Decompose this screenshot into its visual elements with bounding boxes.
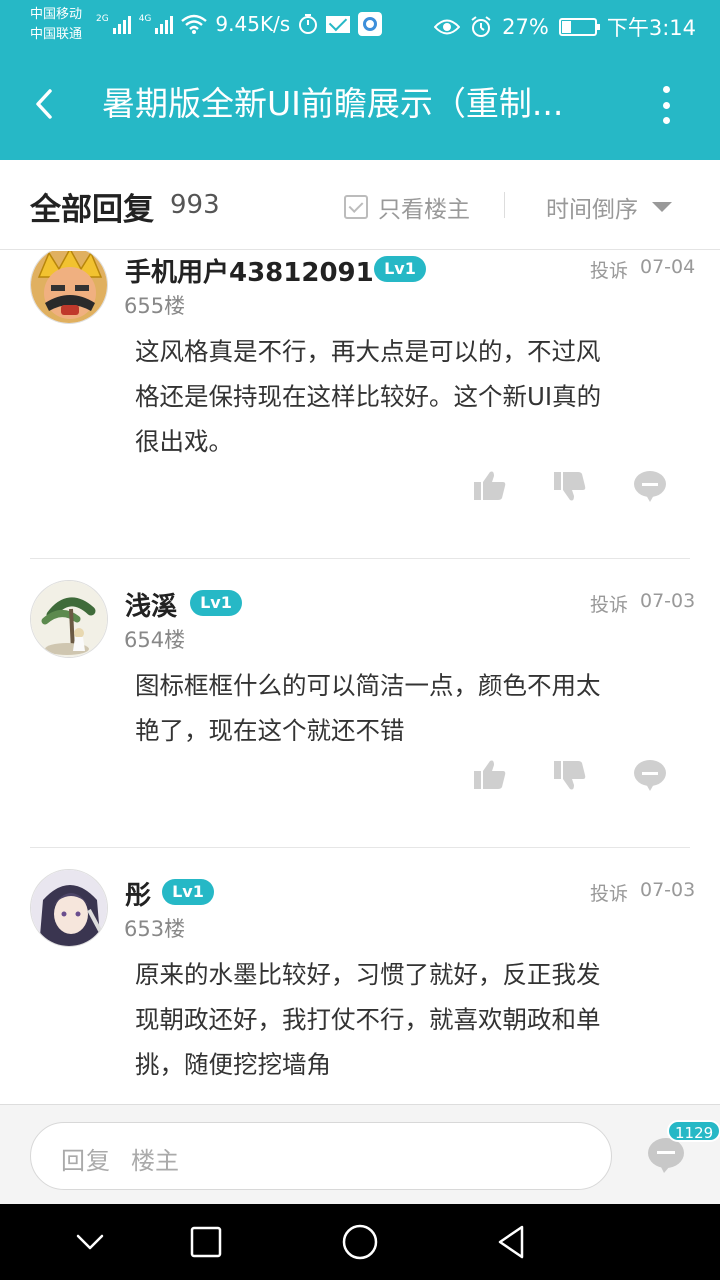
mail-icon — [326, 15, 351, 33]
username[interactable]: 彤 — [125, 875, 151, 912]
comment-line: 挑，随便挖挖墙角 — [135, 1050, 331, 1079]
carrier-1: 中国移动 — [30, 7, 83, 22]
floor-number: 655楼 — [124, 294, 186, 318]
reply-bar: 回复 楼主 1129 — [0, 1104, 720, 1204]
back-arrow-icon[interactable] — [28, 86, 64, 122]
comment-actions — [470, 757, 670, 793]
comment-item: 浅溪 Lv1 投诉 07-03 654楼 图标框框什么的可以简洁一点，颜色不用太… — [0, 559, 720, 849]
only-op-checkbox[interactable] — [344, 195, 368, 219]
comment-item: 手机用户43812091 Lv1 投诉 07-04 655楼 这风格真是不行，再… — [0, 251, 720, 560]
avatar[interactable] — [30, 869, 108, 947]
system-status: 27% 下午3:14 — [434, 12, 696, 42]
avatar[interactable] — [30, 580, 108, 658]
comment-date: 07-03 — [640, 879, 696, 901]
page-title: 暑期版全新UI前瞻展示（重制... — [102, 84, 564, 123]
carrier-names: 中国移动 中国联通 — [30, 5, 82, 45]
level-badge: Lv1 — [374, 256, 426, 282]
alarm-icon — [471, 16, 491, 37]
comment-bubble-icon[interactable] — [630, 468, 670, 504]
thumbs-up-icon[interactable] — [470, 468, 510, 504]
comment-line: 格还是保持现在这样比较好。这个新UI真的 — [135, 382, 602, 411]
reply-placeholder: 回复 — [61, 1147, 111, 1175]
system-nav-bar — [0, 1204, 720, 1280]
comment-item: 彤 Lv1 投诉 07-03 653楼 原来的水墨比较好，习惯了就好，反正我发 … — [0, 848, 720, 1104]
comment-count-badge: 1129 — [667, 1120, 720, 1142]
sort-label: 时间倒序 — [546, 197, 638, 223]
battery-level — [561, 21, 571, 33]
reply-input[interactable]: 回复 楼主 — [30, 1122, 612, 1190]
home-icon[interactable] — [340, 1222, 380, 1262]
network-speed: 9.45K/s — [215, 12, 291, 36]
only-op-toggle[interactable]: 只看楼主 — [344, 190, 470, 224]
comment-text: 原来的水墨比较好，习惯了就好，反正我发 现朝政还好，我打仗不行，就喜欢朝政和单 … — [135, 952, 683, 1087]
stopwatch-icon — [299, 14, 318, 34]
level-badge: Lv1 — [162, 879, 214, 905]
thumbs-up-icon[interactable] — [470, 757, 510, 793]
level-badge: Lv1 — [190, 590, 242, 616]
recent-apps-icon[interactable] — [186, 1222, 226, 1262]
comment-date: 07-04 — [640, 256, 696, 278]
only-op-label: 只看楼主 — [378, 197, 470, 223]
comment-line: 这风格真是不行，再大点是可以的，不过风 — [135, 337, 601, 366]
signal-1-icon: 2G — [96, 14, 131, 34]
comment-line: 艳了，现在这个就还不错 — [135, 716, 405, 745]
chevron-down-icon — [652, 202, 672, 212]
app-bar: 暑期版全新UI前瞻展示（重制... — [0, 50, 720, 160]
signal-2-icon: 4G — [139, 14, 174, 34]
eye-comfort-icon — [434, 19, 461, 35]
carrier-2: 中国联通 — [30, 27, 83, 42]
comment-line: 原来的水墨比较好，习惯了就好，反正我发 — [135, 960, 601, 989]
report-link[interactable]: 投诉 — [590, 590, 628, 617]
header-divider — [504, 192, 505, 218]
comment-text: 图标框框什么的可以简洁一点，颜色不用太 艳了，现在这个就还不错 — [135, 663, 683, 753]
sort-dropdown[interactable]: 时间倒序 — [546, 190, 672, 224]
username[interactable]: 浅溪 — [125, 586, 177, 623]
back-nav-icon[interactable] — [492, 1222, 532, 1262]
replies-title: 全部回复 — [30, 192, 154, 228]
thumbs-down-icon[interactable] — [550, 757, 590, 793]
battery-percent: 27% — [502, 15, 549, 39]
comment-actions — [470, 468, 670, 504]
replies-header: 全部回复 993 只看楼主 时间倒序 — [0, 160, 720, 250]
status-bar: 中国移动 中国联通 2G 4G 9.45K/s 27% 下午3:14 — [0, 0, 720, 50]
comment-line: 图标框框什么的可以简洁一点，颜色不用太 — [135, 671, 601, 700]
reply-target: 楼主 — [131, 1147, 179, 1175]
comment-line: 现朝政还好，我打仗不行，就喜欢朝政和单 — [135, 1005, 601, 1034]
replies-count: 993 — [170, 190, 220, 220]
avatar[interactable] — [30, 251, 108, 324]
network-status: 2G 4G 9.45K/s — [96, 12, 383, 36]
battery-icon — [558, 18, 600, 36]
thumbs-down-icon[interactable] — [550, 468, 590, 504]
floor-number: 653楼 — [124, 917, 186, 941]
report-link[interactable]: 投诉 — [590, 879, 628, 906]
comment-list[interactable]: 手机用户43812091 Lv1 投诉 07-04 655楼 这风格真是不行，再… — [0, 251, 720, 1104]
clock: 下午3:14 — [606, 16, 696, 40]
wifi-icon — [181, 14, 208, 34]
comment-bubble-icon[interactable] — [630, 757, 670, 793]
more-vert-icon[interactable] — [656, 86, 676, 124]
app-notification-icon — [358, 12, 383, 36]
hide-keyboard-icon[interactable] — [70, 1222, 110, 1262]
comment-date: 07-03 — [640, 590, 696, 612]
username[interactable]: 手机用户43812091 — [125, 252, 374, 289]
report-link[interactable]: 投诉 — [590, 256, 628, 283]
floor-number: 654楼 — [124, 628, 186, 652]
comment-line: 很出戏。 — [135, 427, 233, 456]
comment-text: 这风格真是不行，再大点是可以的，不过风 格还是保持现在这样比较好。这个新UI真的… — [135, 329, 683, 464]
